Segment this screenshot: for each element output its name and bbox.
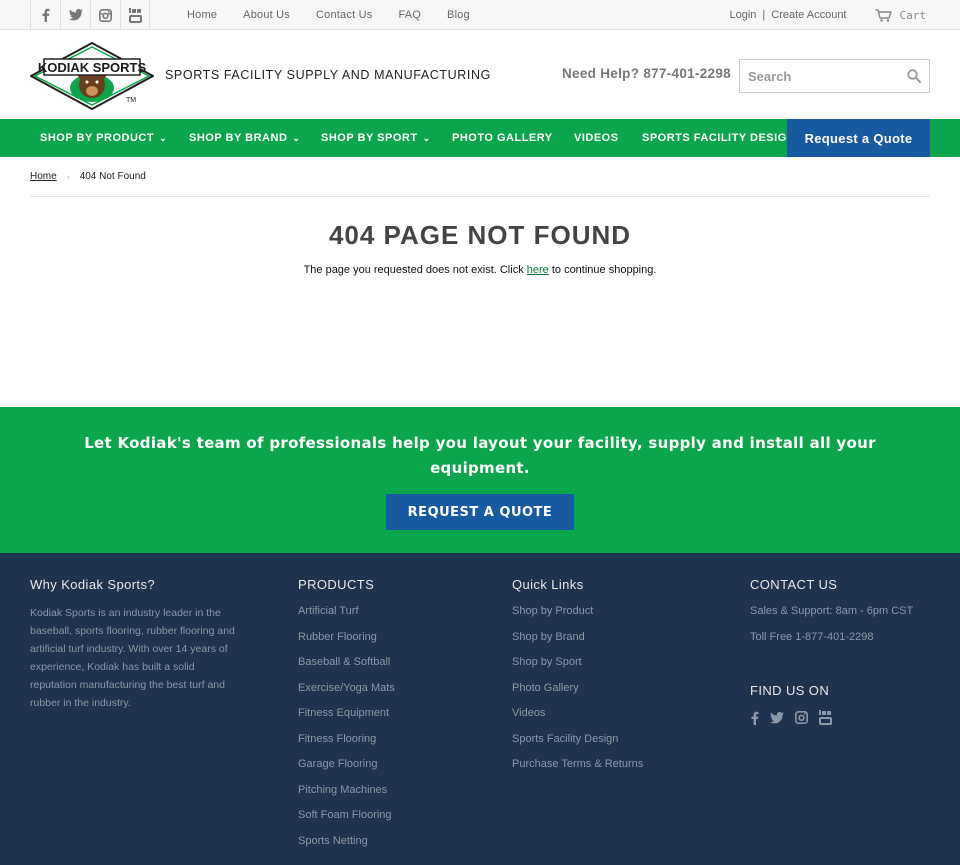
- login-link[interactable]: Login: [730, 9, 757, 21]
- account-links: Login | Create Account Cart: [730, 0, 960, 30]
- footer-link[interactable]: Exercise/Yoga Mats: [298, 681, 478, 707]
- footer-quick-list: Shop by Product Shop by Brand Shop by Sp…: [512, 604, 712, 783]
- message-text-after: to continue shopping.: [548, 264, 657, 276]
- footer-products-title: PRODUCTS: [298, 577, 375, 592]
- nav-label: SHOP BY SPORT: [321, 132, 418, 144]
- cta-text: Let Kodiak's team of professionals help …: [84, 434, 876, 477]
- nav-label: VIDEOS: [574, 132, 619, 144]
- footer: Why Kodiak Sports? Kodiak Sports is an i…: [0, 553, 960, 865]
- footer-link[interactable]: Shop by Product: [512, 604, 712, 630]
- footer-link[interactable]: Garage Flooring: [298, 757, 478, 783]
- top-link-blog[interactable]: Blog: [447, 9, 470, 21]
- footer-social-links: [750, 710, 940, 725]
- footer-link[interactable]: Fitness Equipment: [298, 706, 478, 732]
- nav-label: SHOP BY BRAND: [189, 132, 288, 144]
- facebook-icon[interactable]: [750, 711, 759, 725]
- footer-link[interactable]: Purchase Terms & Returns: [512, 757, 712, 783]
- footer-link[interactable]: Videos: [512, 706, 712, 732]
- search-icon[interactable]: [907, 69, 921, 83]
- footer-phone[interactable]: Toll Free 1-877-401-2298: [750, 630, 940, 656]
- breadcrumb-home[interactable]: Home: [30, 171, 57, 182]
- logo-wordmark: KODIAK SPORTS: [38, 60, 147, 75]
- instagram-icon[interactable]: [795, 711, 808, 724]
- instagram-icon[interactable]: [90, 0, 120, 30]
- search-box: [739, 59, 930, 93]
- top-social-links: [30, 0, 150, 30]
- footer-link[interactable]: Soft Foam Flooring: [298, 808, 478, 834]
- footer-link[interactable]: Shop by Brand: [512, 630, 712, 656]
- search-input[interactable]: [748, 68, 888, 84]
- nav-videos[interactable]: VIDEOS: [574, 119, 619, 157]
- nav-shop-by-brand[interactable]: SHOP BY BRAND ⌄: [189, 119, 300, 157]
- cart-icon: [875, 8, 892, 22]
- footer-link[interactable]: Rubber Flooring: [298, 630, 478, 656]
- footer-find-us: FIND US ON: [750, 683, 940, 725]
- breadcrumb-divider: [30, 196, 930, 197]
- breadcrumb-arrow-icon: ›: [66, 171, 70, 182]
- footer-quick-title: Quick Links: [512, 577, 584, 592]
- footer-link[interactable]: Fitness Flooring: [298, 732, 478, 758]
- nav-shop-by-sport[interactable]: SHOP BY SPORT ⌄: [321, 119, 431, 157]
- chevron-down-icon: ⌄: [159, 132, 168, 143]
- kodiak-sports-logo[interactable]: KODIAK SPORTS TM: [28, 41, 156, 111]
- footer-link[interactable]: Sports Facility Design: [512, 732, 712, 758]
- footer-products-column: PRODUCTS Artificial Turf Rubber Flooring…: [298, 577, 478, 859]
- twitter-icon[interactable]: [770, 711, 784, 724]
- facebook-icon[interactable]: [30, 0, 60, 30]
- page-title: 404 PAGE NOT FOUND: [328, 220, 632, 250]
- footer-link[interactable]: Photo Gallery: [512, 681, 712, 707]
- account-separator: |: [762, 9, 766, 21]
- nav-label: PHOTO GALLERY: [452, 132, 553, 144]
- cta-request-quote-button[interactable]: REQUEST A QUOTE: [386, 494, 574, 530]
- nav-sports-facility-design[interactable]: SPORTS FACILITY DESIGN: [642, 119, 795, 157]
- footer-link[interactable]: Pitching Machines: [298, 783, 478, 809]
- nav-label: SPORTS FACILITY DESIGN: [642, 132, 796, 144]
- cart-label: Cart: [899, 8, 927, 22]
- chevron-down-icon: ⌄: [422, 132, 431, 143]
- top-link-about[interactable]: About Us: [243, 9, 290, 21]
- footer-link[interactable]: Baseball & Softball: [298, 655, 478, 681]
- top-link-faq[interactable]: FAQ: [398, 9, 421, 21]
- nav-label: SHOP BY PRODUCT: [40, 132, 155, 144]
- footer-why-column: Why Kodiak Sports? Kodiak Sports is an i…: [30, 577, 242, 712]
- footer-find-title: FIND US ON: [750, 683, 830, 698]
- footer-link[interactable]: Shop by Sport: [512, 655, 712, 681]
- breadcrumb-current: 404 Not Found: [79, 171, 146, 182]
- footer-hours: Sales & Support: 8am - 6pm CST: [750, 605, 914, 617]
- site-tagline: SPORTS FACILITY SUPPLY AND MANUFACTURING: [165, 68, 491, 82]
- footer-why-text: Kodiak Sports is an industry leader in t…: [30, 607, 235, 709]
- breadcrumb: Home › 404 Not Found: [30, 171, 146, 182]
- twitter-icon[interactable]: [60, 0, 90, 30]
- youtube-icon[interactable]: [120, 0, 150, 30]
- message-text-before: The page you requested does not exist. C…: [303, 264, 527, 276]
- footer-contact-column: CONTACT US Sales & Support: 8am - 6pm CS…: [750, 577, 940, 725]
- top-link-home[interactable]: Home: [187, 9, 217, 21]
- footer-quick-links-column: Quick Links Shop by Product Shop by Bran…: [512, 577, 712, 783]
- top-nav-links: Home About Us Contact Us FAQ Blog: [187, 0, 496, 30]
- continue-shopping-link[interactable]: here: [527, 264, 549, 276]
- footer-link[interactable]: Sports Netting: [298, 834, 478, 860]
- footer-products-list: Artificial Turf Rubber Flooring Baseball…: [298, 604, 478, 859]
- main-nav: SHOP BY PRODUCT ⌄ SHOP BY BRAND ⌄ SHOP B…: [0, 119, 960, 157]
- not-found-message: The page you requested does not exist. C…: [0, 264, 960, 276]
- top-link-contact[interactable]: Contact Us: [316, 9, 372, 21]
- chevron-down-icon: ⌄: [292, 132, 301, 143]
- footer-link[interactable]: Artificial Turf: [298, 604, 478, 630]
- footer-why-title: Why Kodiak Sports?: [30, 577, 155, 592]
- cart-link[interactable]: Cart: [875, 8, 927, 22]
- cta-banner: Let Kodiak's team of professionals help …: [0, 407, 960, 553]
- logo-trademark: TM: [126, 97, 136, 104]
- help-phone[interactable]: Need Help? 877-401-2298: [562, 66, 731, 81]
- nav-photo-gallery[interactable]: PHOTO GALLERY: [452, 119, 553, 157]
- top-bar: Home About Us Contact Us FAQ Blog Login …: [0, 0, 960, 30]
- youtube-icon[interactable]: [819, 710, 832, 725]
- create-account-link[interactable]: Create Account: [771, 9, 846, 21]
- request-quote-button[interactable]: Request a Quote: [787, 119, 930, 157]
- footer-contact-title: CONTACT US: [750, 577, 838, 592]
- nav-shop-by-product[interactable]: SHOP BY PRODUCT ⌄: [40, 119, 167, 157]
